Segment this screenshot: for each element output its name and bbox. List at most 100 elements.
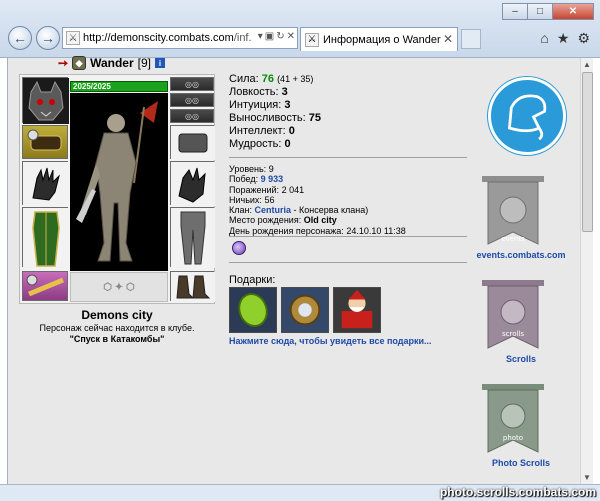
scrolls-banner-icon: scrolls — [482, 280, 544, 349]
stat-value: 0 — [284, 138, 291, 150]
gift-item[interactable] — [281, 287, 329, 333]
forward-button[interactable]: → — [36, 26, 60, 50]
stat-row: Мудрость: 0 — [229, 138, 469, 151]
stat-label: Сила: — [229, 73, 259, 85]
character-level: [9] — [137, 56, 151, 70]
green-robe-icon — [23, 208, 69, 268]
info-icon[interactable]: i — [154, 58, 165, 68]
medal-icon[interactable] — [232, 241, 246, 255]
crossed-swords-icon: ⚔ — [305, 32, 319, 47]
clan-row: Клан: Centuria - Консерва клана) — [229, 205, 369, 216]
stat-label: Выносливость: — [229, 112, 306, 124]
combats-helmet-logo[interactable] — [488, 77, 566, 155]
tab-info-wander[interactable]: ⚔ Информация о Wander ✕ — [300, 27, 458, 51]
birthplace-row: Место рождения: Old city — [229, 215, 337, 226]
all-gifts-link[interactable]: Нажмите сюда, чтобы увидеть все подарки.… — [229, 336, 432, 346]
photo-scrolls-link[interactable]: Photo Scrolls — [466, 458, 576, 468]
stat-row: Выносливость: 75 — [229, 112, 469, 125]
minimize-button[interactable]: – — [502, 3, 528, 20]
gauntlet-icon — [171, 162, 215, 206]
close-window-button[interactable]: ✕ — [552, 3, 594, 20]
armored-warrior-image — [70, 93, 168, 271]
birthday-row: День рождения персонажа: 24.10.10 11:38 — [229, 225, 406, 236]
plate-leggings-icon — [171, 208, 215, 268]
crossed-swords-icon: ⚔ — [66, 31, 80, 45]
scroll-up-icon[interactable]: ▲ — [581, 58, 593, 71]
hp-bar: 2025/2025 — [70, 81, 168, 92]
wins-row: Побед: 9 933 — [229, 174, 284, 185]
clan-link[interactable]: Centuria — [255, 205, 292, 215]
close-tab-icon[interactable]: ✕ — [443, 32, 453, 46]
clawed-gauntlet-icon — [23, 162, 69, 206]
character-name: Wander — [90, 56, 134, 70]
gear-icon[interactable]: ⚙ — [577, 30, 590, 47]
dropdown-arrow-icon[interactable]: ▾ — [258, 31, 263, 42]
necklace-slot[interactable]: ◎◎ — [170, 93, 214, 107]
back-arrow-icon: ← — [13, 30, 27, 46]
character-header: ➙ ◆ Wander [9] i — [58, 56, 165, 70]
stat-label: Интеллект: — [229, 125, 286, 137]
knight-helmet-icon — [507, 94, 547, 141]
scrolls-banner[interactable]: scrolls — [480, 278, 546, 354]
earring-slot[interactable]: ◎◎ — [170, 77, 214, 91]
stat-row: Сила: 76 (41 + 35) — [229, 73, 469, 86]
maximize-button[interactable]: □ — [527, 3, 553, 20]
losses-row: Поражений: 2 041 — [229, 184, 305, 195]
location-note: Персонаж сейчас находится в клубе. "Спус… — [19, 323, 215, 345]
vertical-scrollbar[interactable]: ▲ ▼ — [580, 58, 593, 484]
belt-slot[interactable] — [22, 271, 68, 301]
stats-block: Сила: 76 (41 + 35) Ловкость: 3 Интуиция: 3… — [229, 73, 469, 151]
divider — [229, 157, 467, 158]
amulet-slot[interactable] — [22, 125, 68, 159]
scroll-thumb[interactable] — [582, 72, 593, 232]
back-button[interactable]: ← — [8, 26, 32, 50]
photo-banner[interactable]: photo — [480, 382, 546, 458]
ring-slot[interactable]: ◎◎ — [170, 109, 214, 123]
favorites-star-icon[interactable]: ★ — [557, 30, 570, 47]
armored-bracer-icon — [171, 126, 215, 160]
weapon-slot[interactable] — [170, 161, 215, 206]
stat-row: Интуиция: 3 — [229, 99, 469, 112]
home-icon[interactable]: ⌂ — [540, 30, 548, 47]
compatibility-view-icon[interactable]: ▣ — [265, 31, 274, 42]
address-bar[interactable]: ⚔ http://demonscity.combats.com/inf. ▾ ▣… — [62, 27, 298, 49]
helmet-slot[interactable] — [22, 77, 69, 124]
events-banner[interactable]: events — [480, 174, 546, 250]
shield-gift-icon — [282, 288, 328, 332]
city-name: Demons city — [81, 308, 153, 322]
stat-value: 0 — [288, 125, 295, 137]
armor-slot[interactable] — [22, 207, 69, 268]
browser-toolbar: – □ ✕ ← → ⚔ http://demonscity.combats.co… — [0, 0, 600, 58]
browser-window: – □ ✕ ← → ⚔ http://demonscity.combats.co… — [0, 0, 600, 501]
scrolls-link[interactable]: Scrolls — [466, 354, 576, 364]
events-link[interactable]: events.combats.com — [466, 250, 576, 260]
stat-value: 3 — [281, 86, 288, 98]
stop-icon[interactable]: ✕ — [287, 31, 295, 42]
window-controls: – □ ✕ — [502, 3, 594, 20]
leggings-slot[interactable] — [170, 207, 215, 268]
gloves-slot[interactable] — [22, 161, 69, 206]
stat-label: Мудрость: — [229, 138, 282, 150]
forward-arrow-icon: → — [41, 30, 55, 46]
private-message-arrow-icon[interactable]: ➙ — [58, 56, 68, 70]
bracers-icon — [27, 129, 62, 151]
stat-row: Интеллект: 0 — [229, 125, 469, 138]
photo-banner-icon: photo — [482, 384, 544, 453]
boots-icon — [171, 272, 215, 302]
browser-command-icons: ⌂ ★ ⚙ — [540, 30, 590, 47]
refresh-icon[interactable]: ↻ — [276, 31, 284, 42]
draws-row: Ничьих: 56 — [229, 194, 275, 205]
earring-icon: ◎◎ — [185, 79, 199, 89]
necklace-icon: ◎◎ — [185, 95, 199, 105]
gift-item[interactable] — [229, 287, 277, 333]
tab-title: Информация о Wander — [323, 33, 441, 46]
scroll-down-icon[interactable]: ▼ — [581, 471, 593, 484]
svg-text:photo: photo — [503, 434, 523, 442]
bracer-slot[interactable] — [170, 125, 215, 160]
boots-slot[interactable] — [170, 271, 215, 302]
combats-emblem: ⬡ ✦ ⬡ — [70, 272, 168, 302]
clan-emblem-icon[interactable]: ◆ — [72, 56, 87, 70]
new-tab-button[interactable] — [461, 29, 481, 49]
gift-item[interactable] — [333, 287, 381, 333]
ring-icon: ◎◎ — [185, 111, 199, 121]
